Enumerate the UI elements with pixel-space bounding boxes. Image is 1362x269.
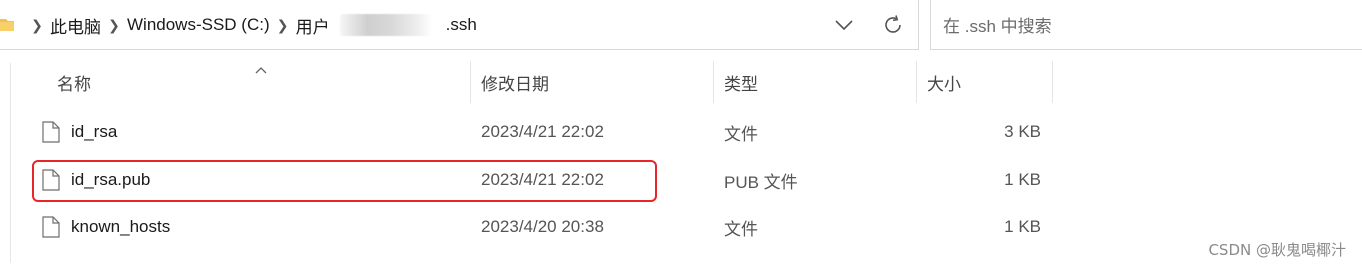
watermark: CSDN @耿鬼喝椰汁 (1208, 241, 1346, 259)
breadcrumb-this-pc[interactable]: 此电脑 (50, 13, 101, 38)
file-modified: 2023/4/20 20:38 (481, 217, 604, 236)
column-header-size[interactable]: 大小 (917, 61, 1053, 103)
file-type: PUB 文件 (724, 172, 798, 192)
file-size: 1 KB (1004, 217, 1041, 236)
file-name[interactable]: known_hosts (71, 206, 170, 248)
column-header-name[interactable]: 名称 (30, 61, 471, 103)
breadcrumb-users[interactable]: 用户 (296, 13, 330, 38)
redacted-username (339, 14, 432, 36)
address-bar[interactable]: ❯ 此电脑 ❯ Windows-SSD (C:) ❯ 用户 .ssh (0, 0, 919, 50)
file-row[interactable]: id_rsa 2023/4/21 22:02 文件 3 KB (30, 111, 1060, 153)
file-modified: 2023/4/21 22:02 (481, 122, 604, 141)
search-input[interactable]: 在 .ssh 中搜索 (930, 0, 1362, 50)
column-header-type[interactable]: 类型 (714, 61, 917, 103)
chevron-right-icon[interactable]: ❯ (29, 17, 45, 34)
toolbar: ❯ 此电脑 ❯ Windows-SSD (C:) ❯ 用户 .ssh 在 .ss… (0, 0, 1362, 51)
file-type: 文件 (724, 124, 758, 144)
file-row[interactable]: known_hosts 2023/4/20 20:38 文件 1 KB (30, 206, 1060, 248)
chevron-down-icon[interactable] (832, 14, 856, 36)
file-icon (42, 121, 60, 143)
chevron-right-icon[interactable]: ❯ (106, 17, 122, 34)
column-header-date[interactable]: 修改日期 (471, 61, 714, 103)
breadcrumb-ssh[interactable]: .ssh (446, 15, 477, 35)
file-size: 1 KB (1004, 170, 1041, 189)
folder-icon (0, 19, 14, 31)
file-icon (42, 216, 60, 238)
file-type: 文件 (724, 219, 758, 239)
column-header-row: 名称 修改日期 类型 大小 (0, 61, 1362, 103)
file-name[interactable]: id_rsa (71, 111, 117, 153)
file-size: 3 KB (1004, 122, 1041, 141)
refresh-icon[interactable] (881, 13, 905, 37)
search-placeholder: 在 .ssh 中搜索 (943, 17, 1052, 36)
breadcrumb: ❯ 此电脑 ❯ Windows-SSD (C:) ❯ 用户 .ssh (24, 0, 477, 50)
breadcrumb-drive[interactable]: Windows-SSD (C:) (127, 15, 270, 35)
highlight-annotation (32, 160, 657, 202)
chevron-right-icon[interactable]: ❯ (275, 17, 291, 34)
